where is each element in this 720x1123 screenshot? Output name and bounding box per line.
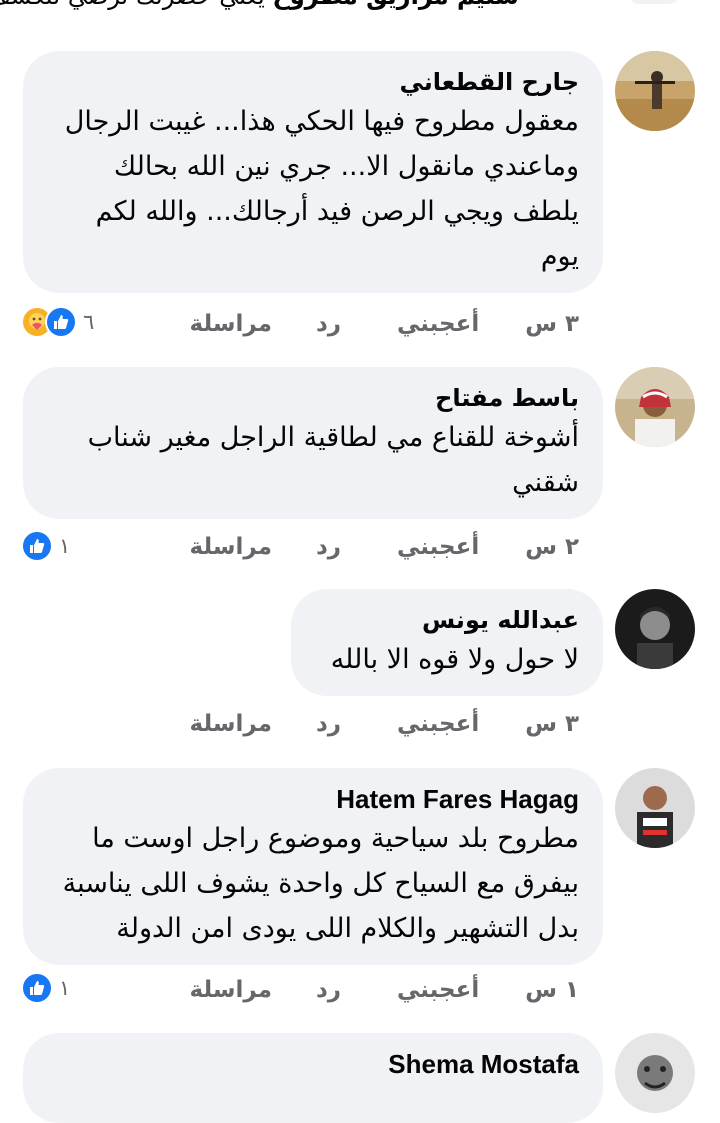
message-button[interactable]: مراسلة <box>191 977 273 1003</box>
comment-author-name[interactable]: Shema Mostafa <box>48 1047 580 1081</box>
reaction-summary[interactable]: ١ <box>22 529 71 563</box>
reply-button[interactable]: رد <box>317 977 342 1003</box>
comment-bubble: Shema Mostafa <box>24 1033 604 1123</box>
like-button[interactable]: أعجبني <box>398 977 480 1003</box>
comment-bubble: Hatem Fares Hagag مطروح بلد سياحية وموضو… <box>24 768 604 965</box>
comment-line: مطروح بلد سياحية وموضوع راجل اوست ما <box>93 823 580 854</box>
comment-text: يعني حضرتك ترضي لتكشف... <box>0 0 266 10</box>
comment-line: لا حول ولا قوه الا بالله <box>331 644 580 675</box>
avatar[interactable] <box>616 367 696 447</box>
avatar[interactable] <box>616 589 696 669</box>
comment-time[interactable]: ٢ س <box>526 534 580 560</box>
comment-actions: ٣ س أعجبني رد مراسلة <box>191 304 580 344</box>
like-button[interactable]: أعجبني <box>398 711 480 737</box>
comment-actions: ٣ س أعجبني رد مراسلة <box>191 704 580 744</box>
like-reaction-icon <box>46 306 78 338</box>
comment-bubble: عبدالله يونس لا حول ولا قوه الا بالله <box>292 589 604 696</box>
comment-author-name[interactable]: Hatem Fares Hagag <box>48 782 580 816</box>
reaction-count: ٦ <box>84 310 96 334</box>
reply-button[interactable]: رد <box>317 711 342 737</box>
comment-bubble: جارح القطعاني معقول مطروح فيها الحكي هذا… <box>24 51 604 293</box>
comment-actions: ٢ س أعجبني رد مراسلة <box>191 527 580 567</box>
comment-author-name[interactable]: سليم مزاريق مطروح <box>273 0 520 10</box>
divider-stub <box>630 0 680 4</box>
comment-line: أشوخة للقناع مي لطاقية الراجل مغير شناب <box>88 422 580 453</box>
comment-line: بيفرق مع السياح كل واحدة يشوف اللى يناسب… <box>63 868 580 899</box>
comment-line: بدل التشهير والكلام اللى يودى امن الدولة <box>117 913 580 944</box>
comment-time[interactable]: ٣ س <box>526 311 580 337</box>
comment-line: وماعندي مانقول الا... جري نين الله بحالك <box>114 151 580 182</box>
comment-author-name[interactable]: جارح القطعاني <box>48 65 580 99</box>
comment-partial-top: سليم مزاريق مطروح يعني حضرتك ترضي لتكشف.… <box>0 0 520 10</box>
avatar[interactable] <box>616 768 696 848</box>
message-button[interactable]: مراسلة <box>191 534 273 560</box>
comment-text: لا حول ولا قوه الا بالله <box>316 637 580 682</box>
comment-line: يلطف ويجي الرصن فيد أرجالك... والله لكم <box>96 196 580 227</box>
message-button[interactable]: مراسلة <box>191 711 273 737</box>
avatar[interactable] <box>616 51 696 131</box>
comment-text: مطروح بلد سياحية وموضوع راجل اوست ما بيف… <box>48 816 580 951</box>
comment-time[interactable]: ٣ س <box>526 711 580 737</box>
comment-line: شقني <box>513 467 580 498</box>
avatar[interactable] <box>616 1033 696 1113</box>
comment-bubble: باسط مفتاح أشوخة للقناع مي لطاقية الراجل… <box>24 367 604 519</box>
comment-time[interactable]: ١ س <box>526 977 580 1003</box>
reply-button[interactable]: رد <box>317 311 342 337</box>
comment-author-name[interactable]: باسط مفتاح <box>48 381 580 415</box>
comment-line: معقول مطروح فيها الحكي هذا... غيبت الرجا… <box>65 106 580 137</box>
comment-author-name[interactable]: عبدالله يونس <box>316 603 580 637</box>
reply-button[interactable]: رد <box>317 534 342 560</box>
comment-text: أشوخة للقناع مي لطاقية الراجل مغير شناب … <box>48 415 580 505</box>
reaction-summary[interactable]: ١ <box>22 971 71 1005</box>
like-reaction-icon <box>22 972 54 1004</box>
reaction-count: ١ <box>60 976 72 1000</box>
message-button[interactable]: مراسلة <box>191 311 273 337</box>
reaction-count: ١ <box>60 534 72 558</box>
comment-line: يوم <box>541 241 580 272</box>
like-reaction-icon <box>22 530 54 562</box>
comment-text: معقول مطروح فيها الحكي هذا... غيبت الرجا… <box>48 99 580 279</box>
like-button[interactable]: أعجبني <box>398 311 480 337</box>
reaction-summary[interactable]: ٦ <box>22 305 95 339</box>
like-button[interactable]: أعجبني <box>398 534 480 560</box>
comment-actions: ١ س أعجبني رد مراسلة <box>191 970 580 1010</box>
